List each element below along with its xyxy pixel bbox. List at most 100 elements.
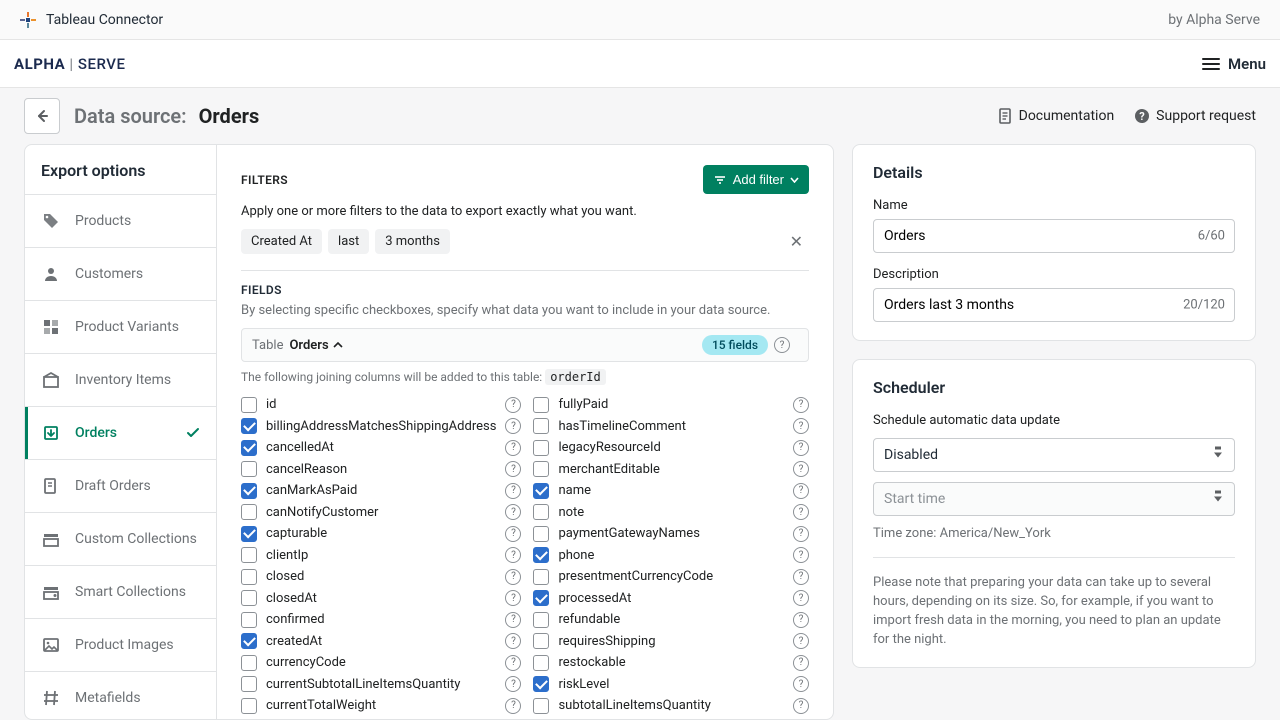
field-checkbox[interactable] — [241, 504, 257, 520]
help-icon[interactable]: ? — [774, 337, 790, 353]
menu-button[interactable]: Menu — [1202, 55, 1266, 73]
name-label: Name — [873, 198, 1235, 213]
help-icon[interactable]: ? — [793, 440, 809, 456]
field-checkbox[interactable] — [533, 569, 549, 585]
field-item: name? — [533, 480, 809, 502]
sidebar-item-customers[interactable]: Customers — [25, 248, 216, 301]
help-icon[interactable]: ? — [793, 698, 809, 714]
field-checkbox[interactable] — [533, 461, 549, 477]
field-label: legacyResourceId — [558, 440, 784, 455]
help-icon[interactable]: ? — [505, 612, 521, 628]
help-icon[interactable]: ? — [793, 397, 809, 413]
help-icon[interactable]: ? — [505, 676, 521, 692]
field-checkbox[interactable] — [533, 698, 549, 714]
table-selector[interactable]: Table Orders 15 fields ? — [241, 328, 809, 362]
filter-chip[interactable]: last — [328, 229, 369, 254]
field-checkbox[interactable] — [241, 547, 257, 563]
help-icon[interactable]: ? — [505, 569, 521, 585]
sidebar-item-orders[interactable]: Orders — [25, 407, 216, 460]
sidebar-item-label: Products — [75, 213, 131, 229]
field-checkbox[interactable] — [533, 440, 549, 456]
help-icon[interactable]: ? — [505, 655, 521, 671]
help-icon[interactable]: ? — [505, 526, 521, 542]
field-checkbox[interactable] — [533, 504, 549, 520]
field-item: id? — [241, 394, 521, 416]
field-checkbox[interactable] — [241, 676, 257, 692]
field-label: closed — [266, 569, 496, 584]
help-icon[interactable]: ? — [505, 590, 521, 606]
sidebar-item-metafields[interactable]: Metafields — [25, 672, 216, 719]
help-icon[interactable]: ? — [793, 483, 809, 499]
description-input[interactable] — [873, 288, 1235, 322]
help-icon[interactable]: ? — [505, 418, 521, 434]
field-checkbox[interactable] — [241, 397, 257, 413]
fields-description: By selecting specific checkboxes, specif… — [241, 303, 809, 318]
help-icon[interactable]: ? — [505, 461, 521, 477]
field-checkbox[interactable] — [241, 461, 257, 477]
sidebar-item-product-variants[interactable]: Product Variants — [25, 301, 216, 354]
field-checkbox[interactable] — [241, 483, 257, 499]
add-filter-button[interactable]: Add filter — [703, 165, 809, 194]
help-icon[interactable]: ? — [793, 461, 809, 477]
field-checkbox[interactable] — [241, 440, 257, 456]
help-icon[interactable]: ? — [505, 633, 521, 649]
field-checkbox[interactable] — [533, 633, 549, 649]
back-button[interactable] — [24, 98, 60, 134]
filter-chip[interactable]: Created At — [241, 229, 322, 254]
sidebar-item-smart-collections[interactable]: Smart Collections — [25, 566, 216, 619]
field-checkbox[interactable] — [533, 397, 549, 413]
filter-chip[interactable]: 3 months — [375, 229, 450, 254]
sidebar-item-products[interactable]: Products — [25, 195, 216, 248]
sidebar-item-label: Smart Collections — [75, 584, 186, 600]
help-icon[interactable]: ? — [505, 698, 521, 714]
field-checkbox[interactable] — [533, 612, 549, 628]
name-input[interactable] — [873, 219, 1235, 253]
field-checkbox[interactable] — [241, 655, 257, 671]
help-icon[interactable]: ? — [505, 440, 521, 456]
inventory-icon — [41, 370, 61, 390]
help-icon[interactable]: ? — [793, 590, 809, 606]
field-item: currentSubtotalLineItemsQuantity? — [241, 674, 521, 696]
help-icon[interactable]: ? — [793, 526, 809, 542]
field-label: processedAt — [558, 591, 784, 606]
variant-icon — [41, 317, 61, 337]
field-checkbox[interactable] — [241, 698, 257, 714]
field-checkbox[interactable] — [241, 612, 257, 628]
field-checkbox[interactable] — [533, 483, 549, 499]
field-checkbox[interactable] — [533, 655, 549, 671]
help-icon[interactable]: ? — [793, 569, 809, 585]
help-icon[interactable]: ? — [505, 504, 521, 520]
help-icon[interactable]: ? — [505, 483, 521, 499]
field-checkbox[interactable] — [533, 590, 549, 606]
help-icon[interactable]: ? — [793, 612, 809, 628]
field-checkbox[interactable] — [533, 547, 549, 563]
sidebar: Export options ProductsCustomersProduct … — [25, 145, 217, 719]
field-checkbox[interactable] — [241, 590, 257, 606]
help-icon[interactable]: ? — [793, 655, 809, 671]
field-checkbox[interactable] — [241, 526, 257, 542]
description-label: Description — [873, 267, 1235, 282]
help-icon[interactable]: ? — [793, 676, 809, 692]
help-icon[interactable]: ? — [793, 418, 809, 434]
help-icon[interactable]: ? — [793, 547, 809, 563]
remove-filter-button[interactable]: ✕ — [784, 232, 809, 251]
documentation-link[interactable]: Documentation — [997, 108, 1115, 124]
support-link[interactable]: ? Support request — [1134, 108, 1256, 124]
field-item: paymentGatewayNames? — [533, 523, 809, 545]
help-icon[interactable]: ? — [793, 633, 809, 649]
field-checkbox[interactable] — [241, 418, 257, 434]
sidebar-item-product-images[interactable]: Product Images — [25, 619, 216, 672]
help-icon[interactable]: ? — [505, 397, 521, 413]
help-icon[interactable]: ? — [505, 547, 521, 563]
svg-text:?: ? — [1139, 110, 1145, 123]
help-icon[interactable]: ? — [793, 504, 809, 520]
sidebar-item-custom-collections[interactable]: Custom Collections — [25, 513, 216, 566]
field-checkbox[interactable] — [241, 633, 257, 649]
field-checkbox[interactable] — [533, 526, 549, 542]
scheduler-mode-select[interactable]: Disabled — [873, 438, 1235, 472]
field-checkbox[interactable] — [533, 418, 549, 434]
sidebar-item-draft-orders[interactable]: Draft Orders — [25, 460, 216, 513]
field-checkbox[interactable] — [533, 676, 549, 692]
field-checkbox[interactable] — [241, 569, 257, 585]
sidebar-item-inventory-items[interactable]: Inventory Items — [25, 354, 216, 407]
